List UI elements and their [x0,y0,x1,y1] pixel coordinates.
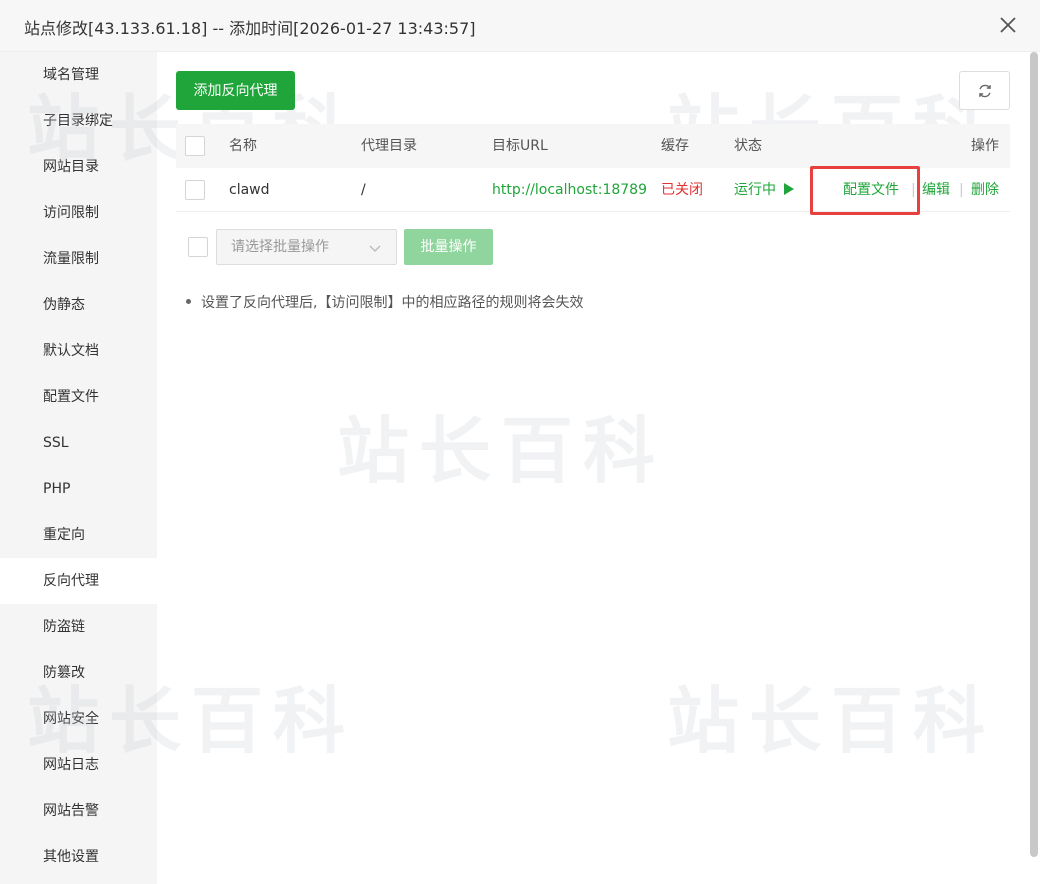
watermark: 站长百科 [667,679,996,763]
sidebar-item-hotlink[interactable]: 防盗链 [0,604,157,650]
tip-text: 设置了反向代理后,【访问限制】中的相应路径的规则将会失效 [201,295,584,311]
row-checkbox[interactable] [185,180,205,200]
row-cache-status[interactable]: 已关闭 [661,168,703,212]
header-name: 名称 [229,138,257,154]
batch-operation-button[interactable]: 批量操作 [404,229,493,265]
row-target-url: http://localhost:18789 [492,182,647,198]
chevron-down-icon [369,245,381,252]
main-panel: 站长百科 站长百科 站长百科 站长百科 站长百科 添加反向代理 名称 代理目录 … [27,52,1040,884]
sidebar-item-site-dir[interactable]: 网站目录 [0,144,157,190]
header-proxy-dir: 代理目录 [361,138,417,154]
header-actions: 操作 [971,138,999,154]
row-proxy-dir: / [361,182,366,198]
bullet-icon [186,298,191,304]
table-row: clawd / http://localhost:18789 已关闭 运行中 配… [176,168,1010,212]
dialog-title: 站点修改[43.133.61.18] -- 添加时间[2026-01-27 13… [24,19,476,38]
sidebar-item-redirect[interactable]: 重定向 [0,512,157,558]
batch-select-checkbox[interactable] [188,237,208,257]
sidebar-item-ssl[interactable]: SSL [0,420,157,466]
sidebar-item-reverse-proxy[interactable]: 反向代理 [0,558,157,604]
table-header: 名称 代理目录 目标URL 缓存 状态 操作 [176,124,1010,168]
scrollbar[interactable] [1030,52,1038,857]
sidebar-item-site-security[interactable]: 网站安全 [0,696,157,742]
action-separator: | [911,182,916,198]
batch-select-placeholder: 请选择批量操作 [231,239,329,255]
header-cache: 缓存 [661,138,689,154]
sidebar-item-rewrite[interactable]: 伪静态 [0,282,157,328]
sidebar-item-tamper-proof[interactable]: 防篡改 [0,650,157,696]
row-delete-link[interactable]: 删除 [971,168,999,212]
add-reverse-proxy-button[interactable]: 添加反向代理 [176,71,295,110]
batch-operation-select[interactable]: 请选择批量操作 [216,229,397,265]
play-icon [784,183,795,195]
select-all-checkbox[interactable] [185,136,205,156]
row-run-status[interactable]: 运行中 [734,168,795,212]
row-edit-link[interactable]: 编辑 [922,168,950,212]
site-edit-dialog: 站点修改[43.133.61.18] -- 添加时间[2026-01-27 13… [0,0,1040,884]
watermark: 站长百科 [337,409,666,493]
row-name: clawd [229,182,270,198]
refresh-button[interactable] [959,71,1010,110]
sidebar-item-domain[interactable]: 域名管理 [0,52,157,98]
sidebar-item-subdir[interactable]: 子目录绑定 [0,98,157,144]
sidebar-item-config[interactable]: 配置文件 [0,374,157,420]
row-config-file-link[interactable]: 配置文件 [843,168,899,212]
sidebar-item-access-limit[interactable]: 访问限制 [0,190,157,236]
sidebar-item-php[interactable]: PHP [0,466,157,512]
sidebar-item-traffic-limit[interactable]: 流量限制 [0,236,157,282]
header-status: 状态 [734,138,762,154]
sidebar-item-site-log[interactable]: 网站日志 [0,742,157,788]
action-separator: | [959,182,964,198]
tip-note: 设置了反向代理后,【访问限制】中的相应路径的规则将会失效 [186,292,583,312]
run-status-label: 运行中 [734,182,776,198]
close-icon[interactable] [996,13,1020,37]
sidebar-item-other-settings[interactable]: 其他设置 [0,834,157,880]
refresh-icon [978,84,991,97]
dialog-titlebar: 站点修改[43.133.61.18] -- 添加时间[2026-01-27 13… [0,0,1040,52]
sidebar: 域名管理 子目录绑定 网站目录 访问限制 流量限制 伪静态 默认文档 配置文件 … [0,52,157,884]
header-target-url: 目标URL [492,138,548,154]
sidebar-item-default-doc[interactable]: 默认文档 [0,328,157,374]
sidebar-item-site-alert[interactable]: 网站告警 [0,788,157,834]
